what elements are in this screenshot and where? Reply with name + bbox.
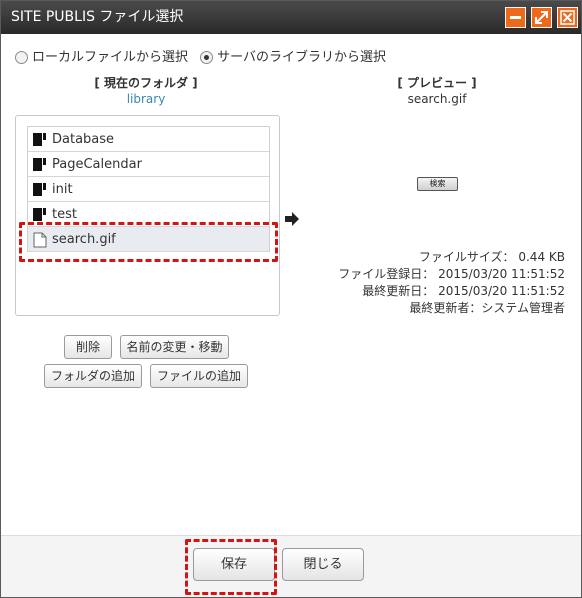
file-registered-date: ファイル登録日： 2015/03/20 11:51:52 (338, 267, 565, 281)
add-file-button[interactable]: ファイルの追加 (150, 364, 248, 388)
close-button[interactable] (557, 7, 578, 28)
preview-heading: [ プレビュー ] (397, 76, 477, 90)
rename-move-button[interactable]: 名前の変更・移動 (120, 335, 229, 359)
add-folder-button[interactable]: フォルダの追加 (44, 364, 142, 388)
server-library-label[interactable]: サーバのライブラリから選択 (217, 49, 386, 67)
folder-icon (33, 208, 46, 221)
folder-icon (33, 133, 46, 146)
file-item-init[interactable]: init (28, 177, 269, 202)
local-file-label[interactable]: ローカルファイルから選択 (32, 49, 188, 67)
window-title: SITE PUBLIS ファイル選択 (11, 9, 184, 25)
local-file-radio[interactable] (15, 50, 28, 64)
file-browser: Database PageCalendar init test search.g… (15, 115, 280, 316)
selected-file-highlight (19, 222, 278, 262)
file-item-pagecalendar[interactable]: PageCalendar (28, 152, 269, 177)
preview-filename: search.gif (407, 92, 467, 106)
file-item-database[interactable]: Database (28, 127, 269, 152)
current-folder-heading: [ 現在のフォルダ ] (94, 76, 198, 90)
maximize-icon (535, 11, 548, 24)
folder-icon (33, 158, 46, 171)
file-item-name: Database (52, 132, 115, 147)
file-updated-by: 最終更新者：システム管理者 (409, 301, 565, 315)
minimize-button[interactable] (505, 7, 526, 28)
file-item-name: PageCalendar (52, 157, 142, 172)
close-icon (560, 10, 575, 25)
file-item-name: test (52, 207, 77, 222)
preview-image: 検索 (417, 177, 458, 191)
minimize-icon (510, 16, 521, 19)
maximize-button[interactable] (531, 7, 552, 28)
delete-button[interactable]: 削除 (64, 335, 112, 359)
server-library-radio[interactable] (200, 50, 214, 64)
title-bar[interactable]: SITE PUBLIS ファイル選択 (1, 1, 581, 34)
close-dialog-button[interactable]: 閉じる (282, 548, 364, 581)
file-item-name: init (52, 182, 73, 197)
current-folder-name: library (126, 92, 166, 106)
file-updated-date: 最終更新日： 2015/03/20 11:51:52 (362, 284, 565, 298)
arrow-right-icon (285, 212, 299, 226)
folder-icon (33, 183, 46, 196)
save-button-highlight (185, 539, 277, 595)
file-select-dialog: SITE PUBLIS ファイル選択 ローカルファイルから選択 サーバのライブラ… (0, 0, 582, 598)
source-selector: ローカルファイルから選択 サーバのライブラリから選択 (15, 49, 394, 67)
file-size: ファイルサイズ： 0.44 KB (418, 250, 565, 264)
